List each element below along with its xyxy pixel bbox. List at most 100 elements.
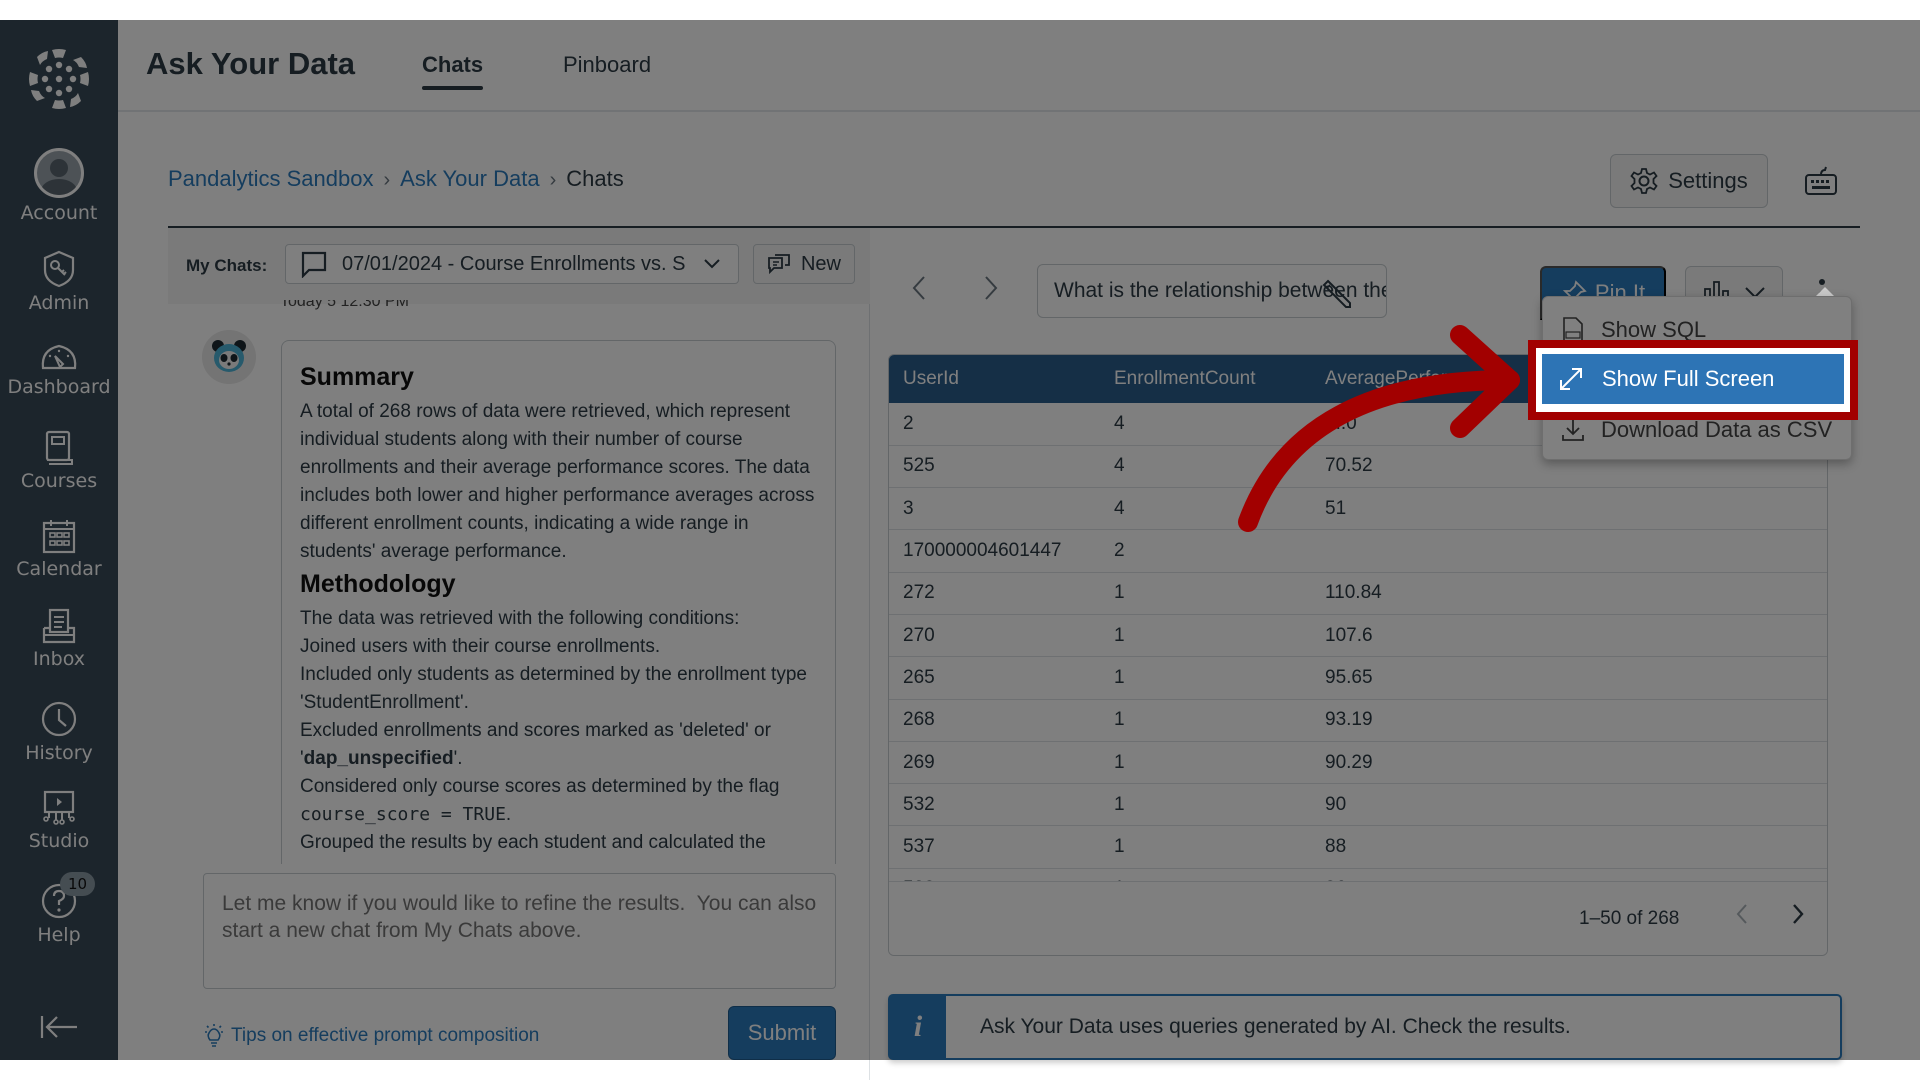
pagination: 1–50 of 268: [889, 881, 1827, 955]
methodology-line: Considered only course scores as determi…: [300, 776, 780, 825]
canvas-logo-icon[interactable]: [28, 48, 90, 110]
app-header: Ask Your Data Chats Pinboard: [118, 20, 1920, 112]
table-cell-enrollmentcount: 1: [1100, 741, 1311, 785]
chevron-left-icon: [1736, 904, 1747, 924]
methodology-heading: Methodology: [300, 570, 456, 598]
bold-term: dap_unspecified: [303, 748, 454, 769]
next-page-button[interactable]: [1791, 902, 1805, 933]
methodology-line: Grouped the results by each student and …: [300, 832, 766, 853]
table-cell-enrollmentcount: 1: [1100, 825, 1311, 869]
nav-label: History: [25, 742, 93, 764]
menu-item-show-full-screen[interactable]: Show Full Screen: [1542, 354, 1844, 404]
table-cell-userid: 265: [889, 656, 1100, 700]
submit-button[interactable]: Submit: [728, 1006, 836, 1060]
pencil-edit-icon[interactable]: [1322, 277, 1354, 309]
nav-label: Admin: [28, 292, 90, 314]
summary-text: A total of 268 rows of data were retriev…: [300, 401, 815, 562]
new-chat-label: New: [800, 252, 841, 275]
nav-admin[interactable]: Admin: [0, 250, 118, 314]
download-icon: [1562, 420, 1584, 441]
table-row: 532 1 90: [889, 783, 1827, 827]
menu-item-label: Download Data as CSV: [1601, 417, 1833, 442]
account-icon: [34, 148, 84, 198]
table-row: 3 4 51: [889, 487, 1827, 531]
nav-label: Help: [37, 924, 81, 946]
chat-panel: My Chats: 07/01/2024 - Course Enrollment…: [168, 228, 870, 1080]
book-icon: [45, 430, 73, 465]
table-cell-averageperformance: 51: [1311, 487, 1827, 531]
nav-calendar[interactable]: Calendar: [0, 518, 118, 580]
tab-pinboard[interactable]: Pinboard: [563, 52, 651, 78]
nav-account[interactable]: Account: [0, 148, 118, 224]
shield-key-icon: [43, 250, 75, 288]
summary-heading: Summary: [300, 363, 414, 391]
table-cell-userid: 533: [889, 868, 1100, 881]
table-cell-enrollmentcount: 1: [1100, 656, 1311, 700]
my-chats-label: My Chats:: [186, 256, 268, 275]
settings-button[interactable]: Settings: [1610, 154, 1768, 208]
selected-chat-text: 07/01/2024 - Course Enrollments vs. S: [342, 252, 686, 275]
table-row: 269 1 90.29: [889, 741, 1827, 785]
app-window: Account Admin Dashboard Courses Calendar…: [0, 20, 1920, 1080]
previous-question-button[interactable]: [910, 274, 940, 304]
table-cell-enrollmentcount: 1: [1100, 572, 1311, 615]
chevron-right-icon: [985, 276, 998, 300]
nav-label: Dashboard: [7, 376, 111, 398]
table-cell-enrollmentcount: 1: [1100, 868, 1311, 881]
new-chat-icon: [768, 254, 790, 275]
methodology-line-text: Excluded enrollments and scores marked a…: [300, 720, 771, 741]
table-cell-userid: 272: [889, 572, 1100, 615]
tips-link[interactable]: Tips on effective prompt composition: [203, 1023, 539, 1049]
table-cell-averageperformance: 107.6: [1311, 614, 1827, 658]
clock-icon: [41, 701, 77, 737]
table-cell-averageperformance: [1311, 529, 1827, 573]
column-header-userid[interactable]: UserId: [889, 355, 1100, 403]
nav-help[interactable]: 10 Help: [0, 872, 118, 946]
table-cell-enrollmentcount: 1: [1100, 783, 1311, 827]
breadcrumb-current: Chats: [566, 166, 624, 191]
chevron-down-icon: [704, 259, 720, 269]
table-row: 270 1 107.6: [889, 614, 1827, 658]
nav-label: Studio: [28, 830, 90, 852]
nav-history[interactable]: History: [0, 700, 118, 764]
table-cell-enrollmentcount: 1: [1100, 614, 1311, 658]
table-cell-averageperformance: 88: [1311, 825, 1827, 869]
nav-courses[interactable]: Courses: [0, 430, 118, 492]
methodology-line: Joined users with their course enrollmen…: [300, 636, 661, 657]
speedometer-icon: [41, 344, 77, 370]
chat-selector-dropdown[interactable]: 07/01/2024 - Course Enrollments vs. S: [285, 244, 739, 284]
table-cell-userid: 3: [889, 487, 1100, 531]
keyboard-shortcuts-icon[interactable]: [1804, 166, 1838, 196]
my-chats-bar: My Chats: 07/01/2024 - Course Enrollment…: [168, 228, 870, 304]
tab-chats[interactable]: Chats: [422, 52, 484, 90]
next-question-button[interactable]: [980, 274, 1010, 304]
menu-item-label: Show Full Screen: [1602, 366, 1775, 391]
breadcrumb-link-ask-your-data[interactable]: Ask Your Data: [400, 166, 539, 191]
table-cell-userid: 537: [889, 825, 1100, 869]
chat-bubble-icon: [301, 251, 327, 278]
previous-page-button[interactable]: [1735, 902, 1749, 933]
message-timestamp: Today 5 12:30 PM: [280, 300, 409, 310]
new-chat-button[interactable]: New: [753, 244, 855, 284]
table-row: 537 1 88: [889, 825, 1827, 869]
tips-label: Tips on effective prompt composition: [231, 1025, 540, 1046]
table-cell-userid: 532: [889, 783, 1100, 827]
global-nav-sidebar: Account Admin Dashboard Courses Calendar…: [0, 20, 118, 1060]
info-icon: i: [890, 996, 946, 1058]
ai-disclaimer-text: Ask Your Data uses queries generated by …: [980, 1015, 1571, 1038]
nav-studio[interactable]: Studio: [0, 790, 118, 852]
table-cell-enrollmentcount: 4: [1100, 487, 1311, 531]
nav-label: Account: [20, 202, 98, 224]
chevron-right-icon: ›: [549, 169, 557, 191]
table-cell-averageperformance: 93.19: [1311, 699, 1827, 742]
nav-label: Calendar: [16, 558, 102, 580]
prompt-input[interactable]: [203, 873, 836, 989]
nav-dashboard[interactable]: Dashboard: [0, 342, 118, 398]
collapse-nav-button[interactable]: [0, 1014, 118, 1044]
table-cell-enrollmentcount: 2: [1100, 529, 1311, 573]
table-row: 265 1 95.65: [889, 656, 1827, 700]
breadcrumb-link-sandbox[interactable]: Pandalytics Sandbox: [168, 166, 373, 191]
nav-inbox[interactable]: Inbox: [0, 608, 118, 670]
table-scroll-area[interactable]: 2 4 8..0 525 4 70.52 3 4 51 170000004601447 2 272 1 1…: [889, 403, 1827, 881]
column-header-enrollmentcount[interactable]: EnrollmentCount: [1100, 355, 1311, 403]
